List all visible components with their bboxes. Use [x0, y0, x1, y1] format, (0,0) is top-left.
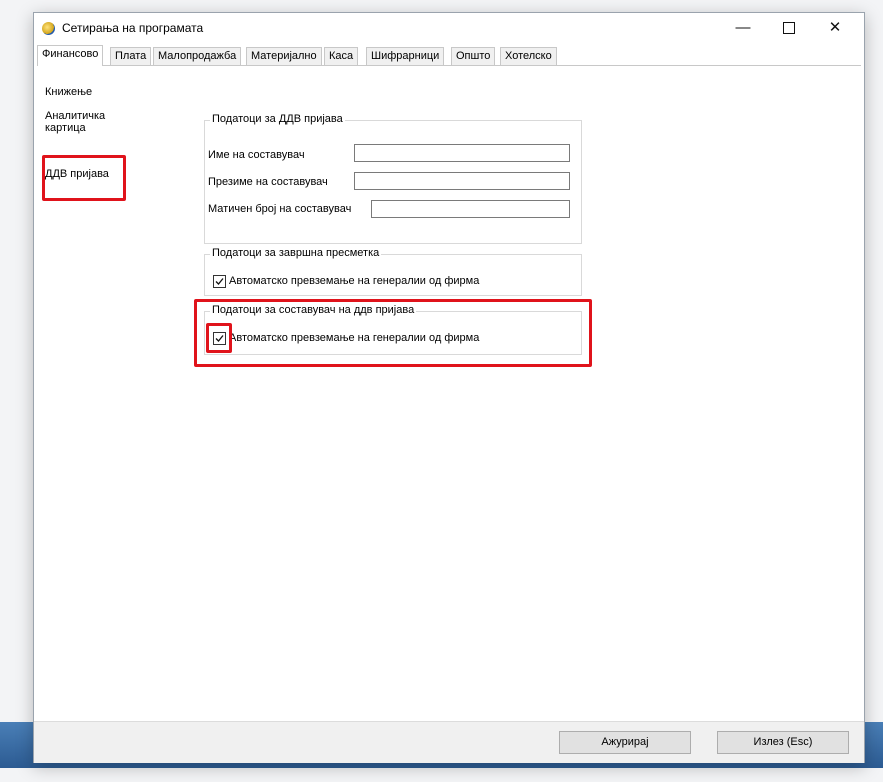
- tab-hotelsko[interactable]: Хотелско: [500, 47, 557, 65]
- minimize-icon: —: [735, 19, 751, 36]
- tab-materijalno[interactable]: Материјално: [246, 47, 322, 65]
- tab-kasa[interactable]: Каса: [324, 47, 359, 65]
- minimize-button[interactable]: —: [720, 16, 766, 40]
- selection-highlight-group: [194, 299, 592, 367]
- tab-strip: Финансово Плата Малопродажба Материјално…: [37, 45, 861, 66]
- settings-window: Сетирања на програмата — ✕ Финансово Пла…: [33, 12, 865, 763]
- tab-maloprodazba[interactable]: Малопродажба: [153, 47, 242, 65]
- author-last-name-input[interactable]: [354, 172, 570, 190]
- update-button[interactable]: Ажурирај: [559, 731, 691, 754]
- sidebar-item-knizenje[interactable]: Книжење: [45, 86, 92, 98]
- final-calc-auto-label: Автоматско превземање на генералии од фи…: [229, 275, 480, 287]
- close-icon: ✕: [828, 19, 842, 36]
- final-calc-auto-checkbox[interactable]: [213, 275, 226, 288]
- group-final-calc-legend: Податоци за завршна пресметка: [210, 247, 382, 259]
- window-title: Сетирања на програмата: [62, 21, 204, 35]
- author-id-number-label: Матичен број на составувач: [208, 203, 352, 215]
- author-id-number-input[interactable]: [371, 200, 570, 218]
- title-bar: Сетирања на програмата — ✕: [34, 13, 864, 43]
- tab-sifrarnici[interactable]: Шифрарници: [366, 47, 445, 65]
- selection-highlight-sidebar: [42, 155, 126, 201]
- tab-finansovo[interactable]: Финансово: [37, 45, 104, 66]
- exit-button[interactable]: Излез (Esc): [717, 731, 849, 754]
- group-vat-data-legend: Податоци за ДДВ пријава: [210, 113, 345, 125]
- author-first-name-input[interactable]: [354, 144, 570, 162]
- tab-plata[interactable]: Плата: [110, 47, 152, 65]
- selection-highlight-checkbox: [206, 323, 232, 353]
- maximize-button[interactable]: [766, 16, 812, 40]
- tab-opsto[interactable]: Општо: [451, 47, 496, 65]
- sidebar-item-analiticka-kartica[interactable]: Аналитичка картица: [45, 110, 115, 134]
- author-first-name-label: Име на составувач: [208, 149, 305, 161]
- maximize-icon: [783, 22, 795, 35]
- author-last-name-label: Презиме на составувач: [208, 176, 328, 188]
- app-logo-icon: [42, 22, 55, 35]
- dialog-footer: Ажурирај Излез (Esc): [34, 721, 864, 763]
- check-icon: [215, 278, 224, 285]
- close-button[interactable]: ✕: [812, 16, 858, 40]
